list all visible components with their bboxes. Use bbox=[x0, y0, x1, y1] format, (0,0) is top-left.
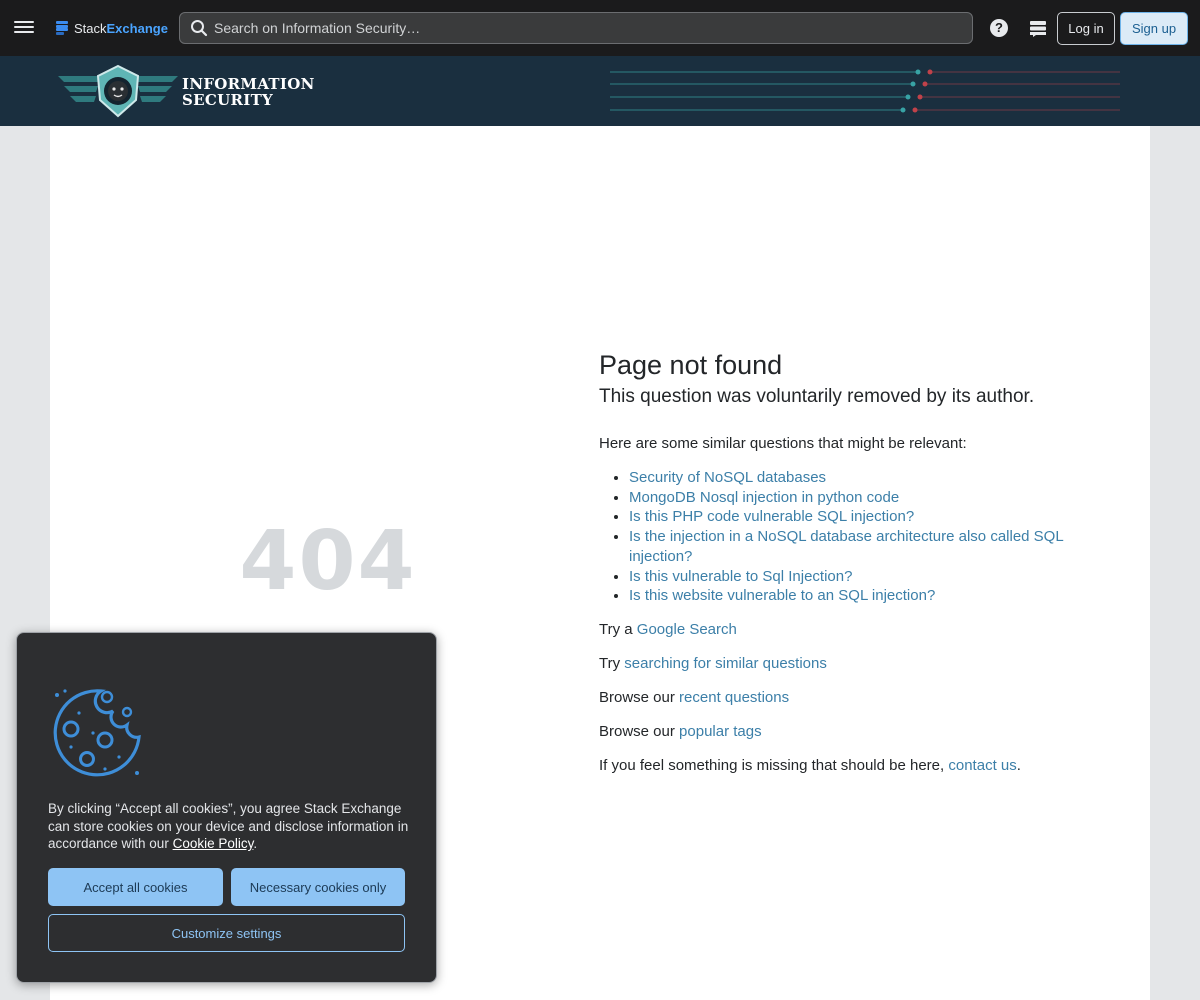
list-item: Is the injection in a NoSQL database arc… bbox=[629, 527, 1099, 566]
page-title: Page not found bbox=[599, 350, 783, 380]
cookie-policy-link[interactable]: Cookie Policy bbox=[173, 836, 254, 851]
hamburger-icon[interactable] bbox=[14, 18, 34, 38]
site-banner: INFORMATION SECURITY bbox=[0, 56, 1200, 126]
list-item: Is this PHP code vulnerable SQL injectio… bbox=[629, 507, 1099, 527]
contact-line: If you feel something is missing that sh… bbox=[599, 756, 1099, 776]
google-search-line: Try a Google Search bbox=[599, 620, 1099, 640]
google-search-link[interactable]: Google Search bbox=[637, 621, 737, 638]
similar-search-link[interactable]: searching for similar questions bbox=[624, 655, 827, 672]
accept-all-cookies-button[interactable]: Accept all cookies bbox=[48, 868, 223, 906]
help-icon[interactable]: ? bbox=[990, 19, 1008, 37]
signup-button[interactable]: Sign up bbox=[1120, 12, 1188, 45]
inbox-icon[interactable] bbox=[1029, 19, 1047, 37]
similar-question-link[interactable]: Is this PHP code vulnerable SQL injectio… bbox=[629, 508, 914, 525]
missing-prefix: If you feel something is missing that sh… bbox=[599, 756, 945, 774]
cookie-icon bbox=[53, 689, 141, 777]
similar-question-link[interactable]: Is this website vulnerable to an SQL inj… bbox=[629, 587, 935, 604]
recent-questions-line: Browse our recent questions bbox=[599, 688, 1099, 708]
search-icon bbox=[191, 20, 208, 37]
search-prefix: Try bbox=[599, 654, 621, 672]
google-prefix: Try a bbox=[599, 620, 633, 638]
page-subtitle: This question was voluntarily removed by… bbox=[599, 386, 1035, 407]
necessary-cookies-button[interactable]: Necessary cookies only bbox=[231, 868, 405, 906]
popular-tags-link[interactable]: popular tags bbox=[679, 723, 762, 740]
error-code: 404 bbox=[239, 514, 417, 609]
stack-exchange-icon bbox=[56, 21, 68, 35]
stack-exchange-logo[interactable]: Stack Exchange bbox=[56, 18, 168, 38]
cookie-consent-dialog: By clicking “Accept all cookies”, you ag… bbox=[16, 632, 437, 983]
similar-questions-list: Security of NoSQL databases MongoDB Nosq… bbox=[629, 468, 1099, 606]
customize-settings-button[interactable]: Customize settings bbox=[48, 914, 405, 952]
login-button[interactable]: Log in bbox=[1057, 12, 1115, 45]
contact-us-link[interactable]: contact us bbox=[948, 757, 1016, 774]
search-input[interactable] bbox=[214, 20, 972, 36]
popular-tags-line: Browse our popular tags bbox=[599, 722, 1099, 742]
recent-prefix: Browse our bbox=[599, 688, 675, 706]
circuit-decoration bbox=[610, 69, 1120, 113]
similar-question-link[interactable]: Is the injection in a NoSQL database arc… bbox=[629, 528, 1063, 565]
list-item: MongoDB Nosql injection in python code bbox=[629, 488, 1099, 508]
similar-intro: Here are some similar questions that mig… bbox=[599, 435, 967, 452]
similar-search-line: Try searching for similar questions bbox=[599, 654, 1099, 674]
cookie-text-after: . bbox=[253, 836, 258, 851]
error-panel: Page not found This question was volunta… bbox=[599, 348, 1099, 776]
recent-questions-link[interactable]: recent questions bbox=[679, 689, 789, 706]
site-name-line1: INFORMATION bbox=[182, 75, 315, 93]
search-box[interactable] bbox=[179, 12, 973, 44]
missing-suffix: . bbox=[1016, 756, 1021, 774]
list-item: Is this website vulnerable to an SQL inj… bbox=[629, 586, 1099, 606]
similar-question-link[interactable]: Security of NoSQL databases bbox=[629, 469, 826, 486]
cookie-message: By clicking “Accept all cookies”, you ag… bbox=[48, 800, 410, 853]
top-bar: StackExchange ? Log in Sign up bbox=[0, 0, 1200, 56]
lion-shield-icon[interactable] bbox=[58, 64, 178, 120]
site-name[interactable]: INFORMATION SECURITY bbox=[182, 76, 315, 108]
brand-secondary: Exchange bbox=[106, 20, 168, 36]
list-item: Is this vulnerable to Sql Injection? bbox=[629, 567, 1099, 587]
site-name-line2: SECURITY bbox=[182, 91, 274, 109]
similar-question-link[interactable]: Is this vulnerable to Sql Injection? bbox=[629, 568, 852, 585]
brand-primary: Stack bbox=[74, 20, 107, 36]
tags-prefix: Browse our bbox=[599, 722, 675, 740]
similar-question-link[interactable]: MongoDB Nosql injection in python code bbox=[629, 489, 899, 506]
list-item: Security of NoSQL databases bbox=[629, 468, 1099, 488]
